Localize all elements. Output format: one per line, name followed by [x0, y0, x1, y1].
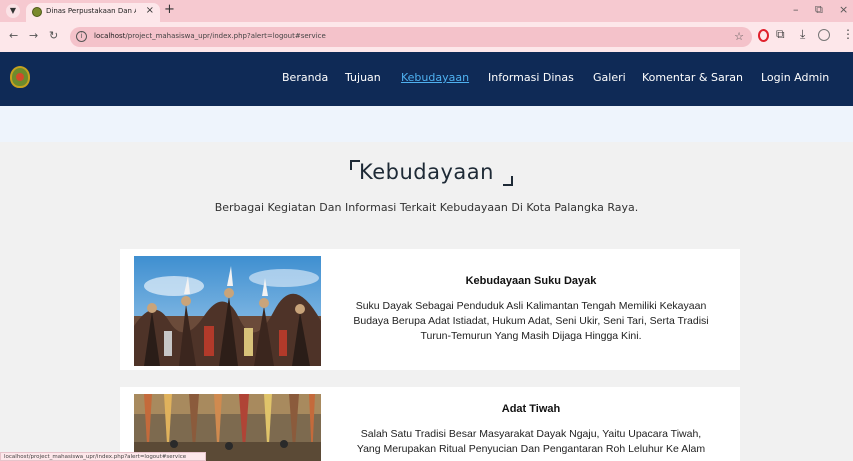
tiwah-ceremony-image [134, 394, 321, 461]
header-spacer [0, 106, 853, 142]
tab-search-icon[interactable]: ▼ [6, 4, 20, 18]
tab-close-icon[interactable]: × [146, 5, 154, 16]
browser-toolbar: ← → ↻ i localhost/project_mahasiswa_upr/… [0, 22, 853, 52]
nav-kebudayaan[interactable]: Kebudayaan [401, 71, 469, 84]
tab-title: Dinas Perpustakaan Dan Arsip K... [46, 7, 136, 15]
site-logo[interactable] [10, 66, 30, 88]
site-navbar: Beranda Tujuan Kebudayaan Informasi Dina… [0, 52, 853, 106]
nav-login-admin[interactable]: Login Admin [761, 71, 829, 84]
url-text[interactable]: localhost/project_mahasiswa_upr/index.ph… [94, 32, 326, 40]
window-close-icon[interactable]: × [839, 3, 848, 16]
reload-icon[interactable]: ↻ [49, 29, 58, 42]
nav-tujuan[interactable]: Tujuan [345, 71, 381, 84]
nav-beranda[interactable]: Beranda [282, 71, 328, 84]
address-bar[interactable]: i localhost/project_mahasiswa_upr/index.… [70, 27, 752, 47]
card-text-line: Turun-Temurun Yang Masih Dijaga Hingga K… [420, 330, 642, 342]
title-bracket-right [503, 176, 513, 186]
browser-tab[interactable]: Dinas Perpustakaan Dan Arsip K... × [26, 3, 160, 22]
opera-icon[interactable] [758, 29, 769, 42]
more-menu-icon[interactable]: ⋮ [842, 27, 853, 41]
window-minimize-icon[interactable]: – [793, 3, 799, 16]
browser-tab-strip: ▼ Dinas Perpustakaan Dan Arsip K... × + … [0, 0, 853, 22]
forward-icon[interactable]: → [29, 29, 38, 42]
nav-komentar-saran[interactable]: Komentar & Saran [642, 71, 743, 84]
new-tab-icon[interactable]: + [164, 2, 175, 17]
section-title: Kebudayaan [359, 160, 494, 184]
site-info-icon[interactable]: i [76, 31, 87, 42]
bookmark-star-icon[interactable]: ☆ [734, 30, 744, 43]
card-title: Adat Tiwah [501, 403, 561, 415]
link-status-bar: localhost/project_mahasiswa_upr/index.ph… [0, 452, 206, 461]
window-restore-icon[interactable]: ⧉ [815, 3, 823, 17]
url-host: localhost [94, 32, 126, 40]
culture-card: Kebudayaan Suku Dayak Suku Dayak Sebagai… [120, 249, 740, 370]
nav-informasi-dinas[interactable]: Informasi Dinas [488, 71, 574, 84]
card-text-line: Yang Merupakan Ritual Penyucian Dan Peng… [356, 443, 706, 455]
culture-card: Adat Tiwah Salah Satu Tradisi Besar Masy… [120, 387, 740, 461]
tab-favicon-icon [32, 7, 42, 17]
url-path: /project_mahasiswa_upr/index.php?alert=l… [125, 32, 326, 40]
extensions-icon[interactable]: ⧉ [776, 27, 785, 42]
section-subtitle: Berbagai Kegiatan Dan Informasi Terkait … [214, 201, 639, 214]
card-text-line: Suku Dayak Sebagai Penduduk Asli Kaliman… [355, 300, 707, 312]
dayak-dancers-image [134, 256, 321, 366]
card-text-line: Budaya Berupa Adat Istiadat, Hukum Adat,… [353, 315, 709, 327]
back-icon[interactable]: ← [9, 29, 18, 42]
profile-icon[interactable] [818, 29, 830, 41]
card-text-line: Salah Satu Tradisi Besar Masyarakat Daya… [360, 428, 702, 440]
nav-galeri[interactable]: Galeri [593, 71, 626, 84]
download-icon[interactable]: ⤓ [800, 27, 805, 42]
card-title: Kebudayaan Suku Dayak [465, 275, 597, 287]
